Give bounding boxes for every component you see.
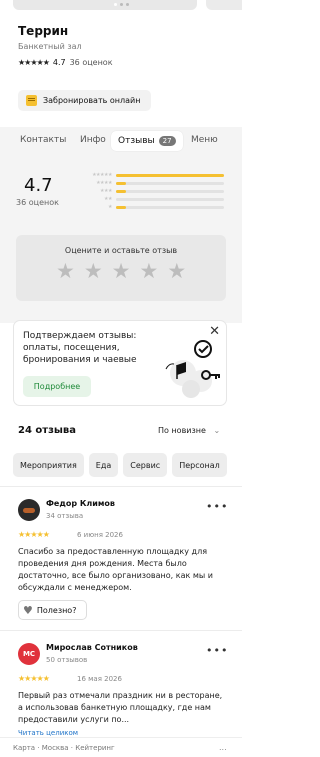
- review-stars: ★★★★★: [18, 674, 50, 683]
- rate-star-1[interactable]: ★: [56, 261, 75, 282]
- rate-prompt: Оцените и оставьте отзыв: [64, 246, 178, 255]
- summary-rating: 4.7: [24, 175, 53, 196]
- tab-contacts[interactable]: Контакты: [20, 135, 66, 145]
- photo-strip[interactable]: [0, 0, 242, 13]
- breadcrumb[interactable]: Карта · Москва · Кейтеринг: [0, 737, 242, 757]
- verify-reviews-card: Подтверждаем отзывы: оплаты, посещения, …: [13, 320, 227, 406]
- distribution-track: [116, 206, 224, 209]
- venue-rating-row[interactable]: ★★★★★ 4.7 36 оценок: [18, 58, 113, 67]
- venue-title: Террин: [18, 24, 69, 38]
- chip-food[interactable]: Еда: [88, 453, 119, 477]
- tabs-bar: Контакты Инфо Отзывы 27 Меню: [0, 127, 242, 155]
- review-text: Первый раз отмечали праздник ни в рестор…: [18, 691, 223, 724]
- rating-stars-icon: ★★★★★: [18, 58, 50, 67]
- photo-card-next[interactable]: [206, 0, 242, 10]
- tab-reviews[interactable]: Отзывы 27: [111, 131, 183, 151]
- tab-menu[interactable]: Меню: [191, 135, 218, 145]
- heart-icon: ♥: [23, 603, 33, 617]
- avatar[interactable]: МС: [18, 643, 40, 665]
- distribution-row-4: ★★★★: [70, 180, 224, 186]
- sort-label: По новизне: [158, 426, 206, 435]
- distribution-stars-icon: ★: [108, 204, 112, 210]
- distribution-row-1: ★: [70, 204, 224, 210]
- divider: [0, 486, 242, 487]
- distribution-fill: [116, 174, 224, 177]
- rate-star-2[interactable]: ★: [84, 261, 103, 282]
- venue-type: Банкетный зал: [18, 42, 82, 51]
- distribution-stars-icon: ★★★★★: [92, 172, 112, 178]
- review-author[interactable]: Мирослав Сотников: [46, 643, 138, 652]
- useful-button[interactable]: ♥ Полезно?: [18, 600, 87, 620]
- avatar[interactable]: [18, 499, 40, 521]
- verify-illustration: [165, 340, 220, 398]
- read-more-link[interactable]: Читать целиком: [18, 729, 78, 737]
- rate-star-3[interactable]: ★: [112, 261, 131, 282]
- breadcrumb-more[interactable]: ...: [219, 743, 227, 752]
- book-online-label: Забронировать онлайн: [43, 96, 141, 105]
- calendar-icon: [26, 95, 37, 106]
- useful-label: Полезно?: [36, 605, 77, 615]
- distribution-row-5: ★★★★★: [70, 172, 224, 178]
- tab-info[interactable]: Инфо: [80, 135, 106, 145]
- close-icon[interactable]: ✕: [209, 324, 220, 339]
- divider: [0, 630, 242, 631]
- rate-star-5[interactable]: ★: [167, 261, 186, 282]
- review-stars: ★★★★★: [18, 530, 50, 539]
- chevron-down-icon: ⌄: [213, 426, 221, 435]
- review-date: 16 мая 2026: [77, 675, 122, 683]
- distribution-stars-icon: ★★★: [100, 188, 112, 194]
- review-author-count: 50 отзывов: [46, 656, 88, 664]
- photo-pager: [114, 3, 129, 6]
- more-options-icon[interactable]: •••: [206, 500, 228, 513]
- chip-events[interactable]: Мероприятия: [13, 453, 84, 477]
- review-filter-chips: Мероприятия Еда Сервис Персонал: [13, 453, 227, 477]
- distribution-track: [116, 190, 224, 193]
- summary-count: 36 оценок: [16, 198, 59, 207]
- book-online-button[interactable]: Забронировать онлайн: [18, 90, 151, 111]
- distribution-fill: [116, 206, 126, 209]
- photo-card[interactable]: [13, 0, 197, 10]
- chip-staff[interactable]: Персонал: [172, 453, 227, 477]
- rate-card: Оцените и оставьте отзыв ★ ★ ★ ★ ★: [16, 235, 226, 301]
- distribution-fill: [116, 190, 126, 193]
- distribution-fill: [116, 182, 126, 185]
- distribution-track: [116, 198, 224, 201]
- review-author[interactable]: Федор Климов: [46, 499, 115, 508]
- review-text: Спасибо за предоставленную площадку для …: [18, 547, 213, 592]
- chip-service[interactable]: Сервис: [123, 453, 168, 477]
- reviews-count: 24 отзыва: [18, 425, 76, 436]
- distribution-stars-icon: ★★: [104, 196, 112, 202]
- more-options-icon[interactable]: •••: [206, 644, 228, 657]
- sort-dropdown[interactable]: По новизне ⌄: [158, 426, 220, 435]
- venue-rating-count: 36 оценок: [69, 58, 113, 67]
- venue-rating-value: 4.7: [52, 58, 66, 67]
- distribution-stars-icon: ★★★★: [96, 180, 112, 186]
- rate-star-4[interactable]: ★: [139, 261, 158, 282]
- distribution-row-2: ★★: [70, 196, 224, 202]
- review-author-count: 34 отзыва: [46, 512, 84, 520]
- verify-more-button[interactable]: Подробнее: [23, 376, 91, 397]
- distribution-track: [116, 174, 224, 177]
- rate-stars: ★ ★ ★ ★ ★: [56, 261, 186, 282]
- distribution-row-3: ★★★: [70, 188, 224, 194]
- verify-text: Подтверждаем отзывы: оплаты, посещения, …: [23, 331, 137, 365]
- tab-reviews-badge: 27: [158, 136, 176, 146]
- distribution-track: [116, 182, 224, 185]
- review-date: 6 июня 2026: [77, 531, 123, 539]
- tab-reviews-label: Отзывы: [118, 136, 155, 146]
